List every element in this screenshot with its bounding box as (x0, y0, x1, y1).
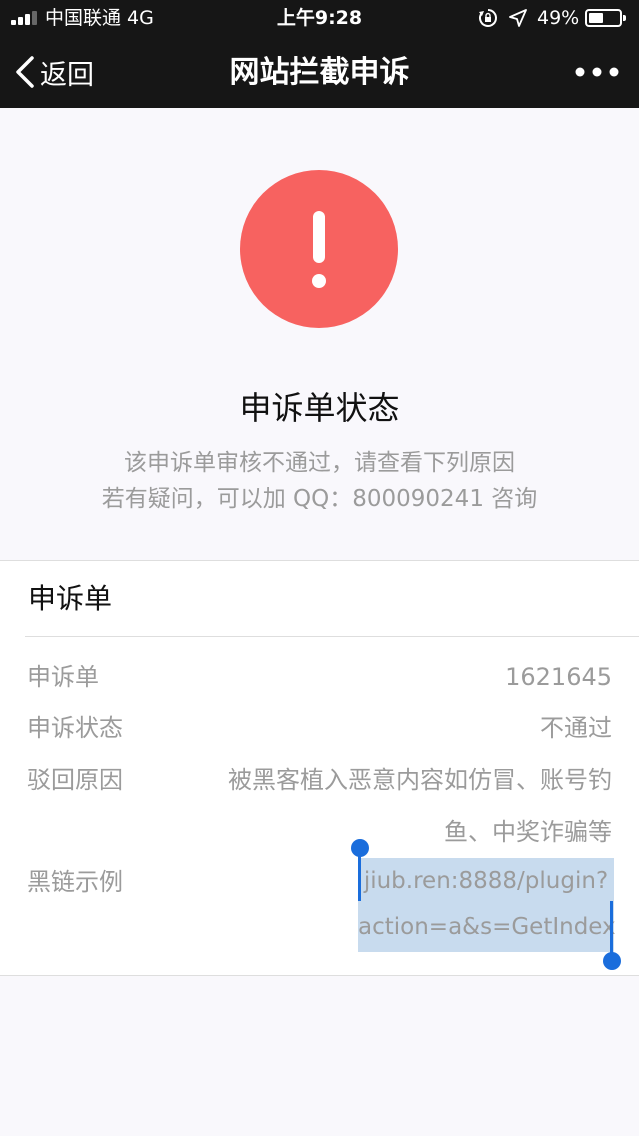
reject-reason-line1: 被黑客植入恶意内容如仿冒、账号钓 (228, 766, 612, 794)
row-value-reject-reason: 被黑客植入恶意内容如仿冒、账号钓 鱼、中奖诈骗等 (192, 754, 612, 858)
row-label-reject-reason: 驳回原因 (27, 766, 123, 794)
selection-start-caret (358, 849, 361, 901)
more-dots-icon[interactable] (575, 60, 619, 84)
row-label-black-link: 黑链示例 (27, 868, 123, 896)
page-title: 网站拦截申诉 (229, 55, 410, 90)
rotation-lock-icon (479, 9, 497, 27)
selection-end-caret (610, 901, 613, 953)
battery-icon (585, 9, 626, 27)
nav-bar: 返回 网站拦截申诉 (0, 36, 639, 108)
black-link-line1: jiub.ren:8888/plugin? (363, 868, 609, 894)
status-description-line1: 该申诉单审核不通过，请查看下列原因 (124, 450, 515, 476)
black-link-selected-text[interactable]: jiub.ren:8888/plugin? action=a&s=GetInde… (358, 858, 616, 952)
row-value-appeal-id: 1621645 (505, 663, 612, 691)
row-label-appeal-status: 申诉状态 (27, 714, 123, 742)
selection-end-handle[interactable] (603, 952, 621, 970)
appeal-form-card: 申诉单 申诉单 1621645 申诉状态 不通过 驳回原因 被黑客植入恶意内容如… (0, 560, 639, 976)
status-title: 申诉单状态 (239, 389, 400, 427)
black-link-line2: action=a&s=GetIndex (358, 914, 616, 940)
alert-exclamation-icon (240, 170, 398, 328)
battery-level (589, 13, 603, 23)
status-bar: 中国联通 4G 上午9:28 49% (0, 0, 639, 36)
reject-reason-line2: 鱼、中奖诈骗等 (444, 818, 612, 846)
status-description-line2: 若有疑问，可以加 QQ：800090241 咨询 (101, 486, 538, 512)
form-title: 申诉单 (28, 582, 113, 615)
divider (25, 636, 639, 637)
location-arrow-icon (509, 9, 527, 27)
row-label-appeal-id: 申诉单 (27, 663, 99, 691)
row-value-appeal-status: 不通过 (540, 714, 612, 742)
battery-percent: 49% (537, 7, 580, 29)
